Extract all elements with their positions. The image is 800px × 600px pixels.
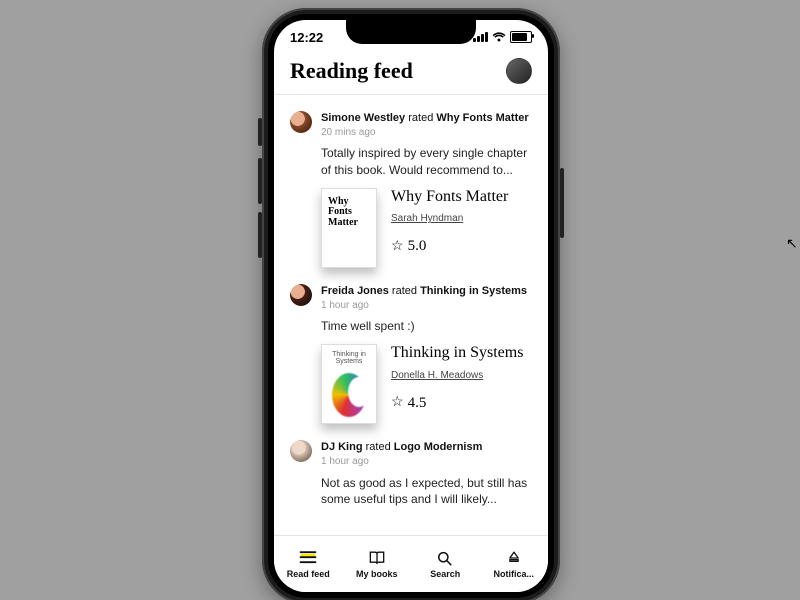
status-time: 12:22 (290, 30, 323, 45)
mute-switch (258, 118, 262, 146)
power-button (560, 168, 564, 238)
feed-icon (298, 549, 318, 567)
review-text: Totally inspired by every single chapter… (321, 145, 532, 177)
bell-icon (504, 549, 524, 567)
book-block[interactable]: Why Fonts Matter Why Fonts Matter Sarah … (321, 188, 532, 268)
user-avatar[interactable] (290, 284, 312, 306)
book-cover[interactable]: Thinking in Systems (321, 344, 377, 424)
feed-card[interactable]: Freida Jones rated Thinking in Systems 1… (288, 270, 534, 427)
book-rating: ☆ 5.0 (391, 238, 532, 255)
tab-search[interactable]: Search (411, 536, 480, 592)
review-text: Not as good as I expected, but still has… (321, 475, 532, 507)
feed-card[interactable]: Simone Westley rated Why Fonts Matter 20… (288, 97, 534, 270)
star-icon: ☆ (391, 396, 404, 410)
activity-line: DJ King rated Logo Modernism (321, 440, 532, 455)
feed-list[interactable]: Simone Westley rated Why Fonts Matter 20… (274, 95, 548, 551)
timestamp: 1 hour ago (321, 299, 532, 313)
tab-notifications[interactable]: Notifica... (480, 536, 549, 592)
volume-down-button (258, 212, 262, 258)
mouse-cursor-icon: ↖ (786, 235, 798, 252)
activity-line: Freida Jones rated Thinking in Systems (321, 284, 532, 299)
user-avatar[interactable] (290, 440, 312, 462)
tab-read-feed[interactable]: Read feed (274, 536, 343, 592)
battery-icon (510, 31, 532, 43)
user-avatar[interactable] (290, 111, 312, 133)
volume-up-button (258, 158, 262, 204)
profile-avatar[interactable] (506, 58, 532, 84)
feed-card[interactable]: DJ King rated Logo Modernism 1 hour ago … (288, 426, 534, 509)
timestamp: 20 mins ago (321, 126, 532, 140)
page-header: Reading feed (274, 54, 548, 95)
activity-line: Simone Westley rated Why Fonts Matter (321, 111, 532, 126)
book-block[interactable]: Thinking in Systems Thinking in Systems … (321, 344, 532, 424)
timestamp: 1 hour ago (321, 455, 532, 469)
review-text: Time well spent :) (321, 318, 532, 334)
book-author[interactable]: Sarah Hyndman (391, 213, 463, 224)
notch (346, 20, 476, 44)
book-rating: ☆ 4.5 (391, 395, 532, 412)
book-cover[interactable]: Why Fonts Matter (321, 188, 377, 268)
book-title[interactable]: Why Fonts Matter (391, 188, 532, 206)
book-author[interactable]: Donella H. Meadows (391, 370, 483, 381)
phone-frame: 12:22 Reading feed (262, 8, 560, 600)
screen: 12:22 Reading feed (274, 20, 548, 592)
star-icon: ☆ (391, 240, 404, 254)
book-title[interactable]: Thinking in Systems (391, 344, 532, 362)
book-icon (367, 549, 387, 567)
wifi-icon (492, 32, 506, 42)
page-title: Reading feed (290, 58, 413, 84)
tab-bar: Read feed My books Search Notifica... (274, 535, 548, 592)
search-icon (435, 549, 455, 567)
signal-icon (473, 32, 488, 42)
tab-my-books[interactable]: My books (343, 536, 412, 592)
